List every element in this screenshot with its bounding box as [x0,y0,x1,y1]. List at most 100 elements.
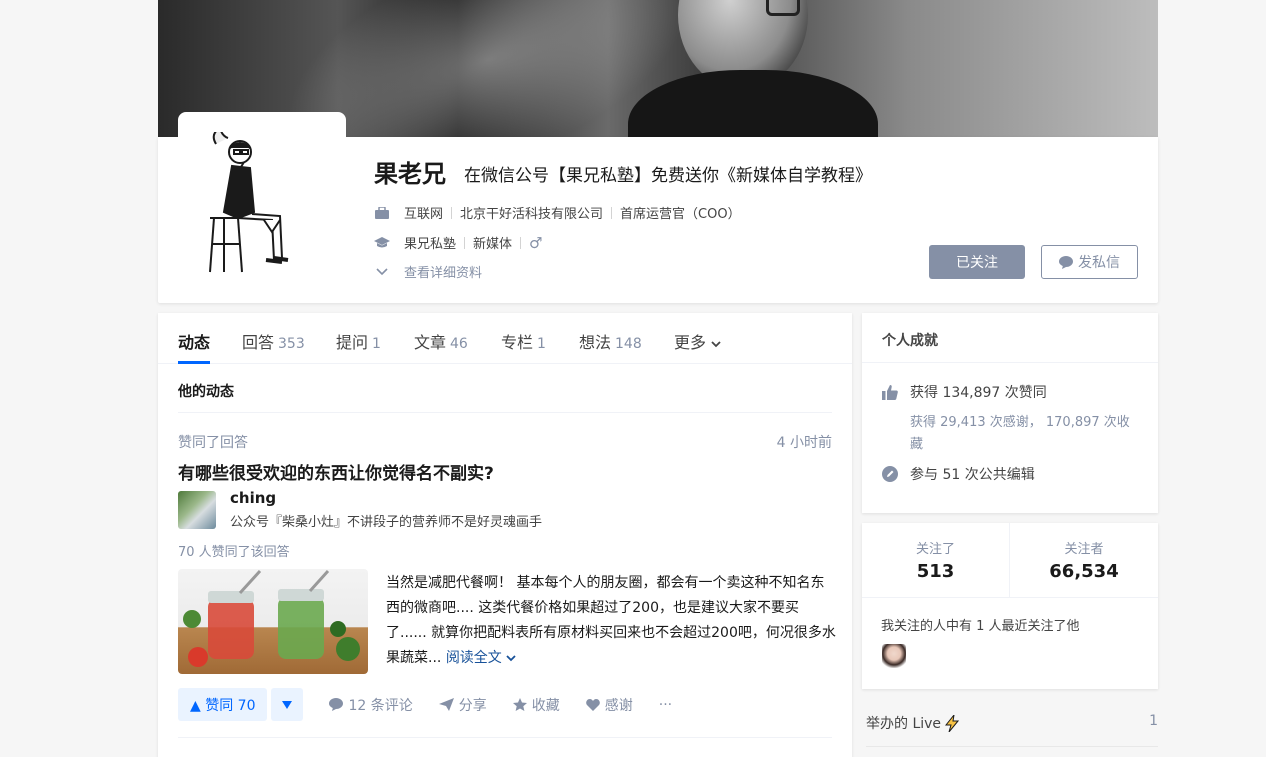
divider [862,597,1158,598]
achievements-title: 个人成就 [882,333,938,349]
activity-feed-card: 动态 回答 353 提问 1 文章 46 专栏 1 想法 148 更多 他的动态 赞同了回… [158,313,852,757]
profile-avatar[interactable] [178,112,346,280]
divider [178,737,832,738]
tab-answers[interactable]: 回答 353 [242,329,305,353]
author-bio: 公众号『柴桑小灶』不讲段子的营养师不是好灵魂画手 [230,515,543,530]
thumbs-up-icon [882,384,898,400]
comment-icon [329,698,344,711]
tab-label: 文章 [414,333,447,352]
profile-position: 首席运营官（COO） [620,207,741,222]
edits-text: 参与 51 次公共编辑 [910,467,1035,483]
author-name-link[interactable]: ching [230,489,276,507]
question-title-link[interactable]: 有哪些很受欢迎的东西让你觉得名不副实? [178,459,494,484]
profile-employment-row: 互联网 北京干好活科技有限公司 首席运营官（COO） [374,203,741,222]
view-details-link[interactable]: 查看详细资料 [374,262,482,281]
followed-button[interactable]: 已关注 [929,245,1025,279]
profile-company[interactable]: 北京干好活科技有限公司 [460,203,603,222]
thanks-label: 感谢 [604,697,633,714]
view-details-label: 查看详细资料 [404,266,483,281]
briefcase-icon [374,206,390,220]
send-message-button[interactable]: 发私信 [1041,245,1138,279]
send-message-label: 发私信 [1078,255,1120,271]
chevron-down-icon [506,655,516,662]
activity-time: 4 小时前 [776,435,832,451]
tab-label: 专栏 [501,333,534,352]
share-button[interactable]: 分享 [438,695,487,715]
tab-label: 回答 [242,333,275,352]
answer-excerpt[interactable]: 当然是减肥代餐啊！ 基本每个人的朋友圈，都会有一个卖这种不知名东西的微商吧...… [386,571,836,671]
divider [862,362,1158,363]
tab-count: 353 [278,336,305,352]
followers-count: 66,534 [1049,561,1119,582]
tab-label: 提问 [336,333,369,352]
tab-questions[interactable]: 提问 1 [336,329,381,353]
profile-name: 果老兄 [374,160,446,188]
following-stat[interactable]: 关注了 513 [862,523,1010,597]
thanks-button[interactable]: 感谢 [585,695,633,715]
tab-count: 1 [537,336,546,352]
upvote-button[interactable]: ▲ 赞同 70 [178,688,268,721]
answer-thumbnail[interactable] [178,569,368,674]
profile-school[interactable]: 果兄私塾 [404,233,456,252]
profile-tabs: 动态 回答 353 提问 1 文章 46 专栏 1 想法 148 更多 [158,313,852,364]
edit-pencil-icon [882,466,898,482]
likes-text: 获得 134,897 次赞同 [910,385,1047,401]
comments-button[interactable]: 12 条评论 [329,695,413,715]
answer-actions: ▲ 赞同 70 12 条评论 分享 收藏 感谢 ··· [178,688,672,721]
profile-major[interactable]: 新媒体 [473,233,512,252]
follow-stats-card: 关注了 513 关注者 66,534 我关注的人中有 1 人最近关注了他 [862,523,1158,689]
section-title: 他的动态 [178,384,234,400]
followers-label: 关注者 [1064,542,1104,557]
separator [464,236,466,249]
tab-ideas[interactable]: 想法 148 [579,329,642,353]
share-label: 分享 [458,697,487,714]
read-more-label: 阅读全文 [445,650,502,666]
hosted-live-row[interactable]: 举办的 Live 1 [866,713,1158,733]
collect-button[interactable]: 收藏 [512,695,560,715]
profile-education-row: 果兄私塾 新媒体 ♂ [374,233,542,252]
avatar-illustration [209,132,289,273]
mutual-followers-text: 我关注的人中有 1 人最近关注了他 [881,619,1080,634]
achievements-card: 个人成就 获得 134,897 次赞同 获得 29,413 次感谢， 170,8… [862,313,1158,513]
tab-more[interactable]: 更多 [674,329,721,353]
tab-label: 动态 [178,333,211,352]
male-gender-icon: ♂ [529,233,543,252]
separator [520,236,522,249]
chevron-down-icon [711,333,721,352]
divider [178,412,832,413]
live-count: 1 [1149,713,1158,729]
triangle-down-icon [282,700,293,709]
achievement-edits: 参与 51 次公共编辑 [882,464,1035,484]
mutual-follower-avatar[interactable] [882,644,906,668]
voters-count[interactable]: 70 人赞同了该回答 [178,541,290,560]
read-more-link[interactable]: 阅读全文 [446,650,516,666]
tab-count: 148 [615,336,642,352]
heart-icon [585,698,600,711]
achievement-thanks-collects: 获得 29,413 次感谢， 170,897 次收藏 [910,415,1130,452]
separator [611,206,613,219]
more-options-button[interactable]: ··· [659,697,672,713]
profile-headline: 在微信公号【果兄私塾】免费送你《新媒体自学教程》 [464,166,872,186]
downvote-button[interactable] [271,688,304,721]
paper-plane-icon [438,698,454,711]
profile-industry[interactable]: 互联网 [404,203,443,222]
tab-columns[interactable]: 专栏 1 [501,329,546,353]
following-label: 关注了 [915,542,955,557]
following-count: 513 [916,561,955,582]
collect-label: 收藏 [531,697,560,714]
chat-bubble-icon [1059,255,1073,269]
tab-activity[interactable]: 动态 [178,329,210,353]
star-icon [512,698,527,711]
chevron-down-icon [374,265,390,279]
tab-label: 想法 [579,333,612,352]
comments-label: 12 条评论 [348,697,413,714]
divider [866,746,1158,747]
author-avatar[interactable] [178,491,216,529]
followers-stat[interactable]: 关注者 66,534 [1010,523,1158,597]
tab-count: 1 [372,336,381,352]
tab-articles[interactable]: 文章 46 [414,329,468,353]
activity-type: 赞同了回答 [178,435,248,451]
live-label: 举办的 Live [866,716,942,732]
active-tab-indicator [178,361,210,364]
lightning-bolt-icon [945,714,960,732]
